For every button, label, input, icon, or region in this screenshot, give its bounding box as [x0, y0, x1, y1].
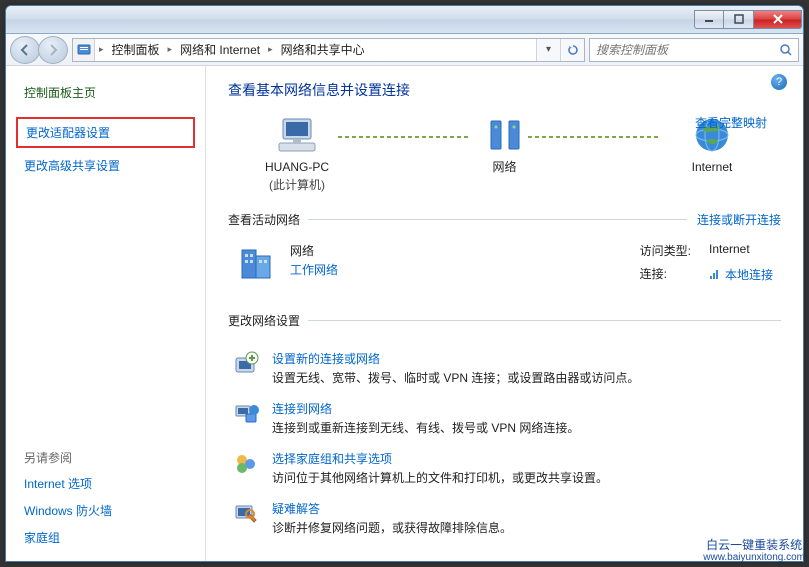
search-box[interactable] — [589, 38, 799, 62]
address-dropdown-button[interactable]: ▾ — [536, 39, 560, 61]
change-network-settings-heading: 更改网络设置 — [228, 312, 781, 333]
access-type-value: Internet — [709, 242, 773, 261]
active-networks-heading: 查看活动网络 连接或断开连接 — [228, 211, 781, 232]
active-network-row: 网络 工作网络 访问类型: Internet 连接: 本地连接 — [228, 232, 781, 294]
change-adapter-settings-link[interactable]: 更改适配器设置 — [16, 117, 195, 148]
change-advanced-sharing-link[interactable]: 更改高级共享设置 — [6, 152, 205, 179]
task-list: 设置新的连接或网络设置无线、宽带、拨号、临时或 VPN 连接；或设置路由器或访问… — [228, 343, 781, 543]
main-panel: ? 查看基本网络信息并设置连接 查看完整映射 HUANG-PC (此计算机) — [206, 66, 803, 561]
minimize-button[interactable] — [694, 10, 724, 29]
setup-new-connection-link[interactable]: 设置新的连接或网络 — [272, 350, 639, 367]
breadcrumb-network-internet[interactable]: 网络和 Internet — [176, 39, 264, 61]
chevron-icon[interactable]: ▸ — [264, 44, 277, 55]
network-label: 网络 — [450, 160, 560, 176]
connect-network-icon — [232, 400, 260, 428]
network-type-link[interactable]: 工作网络 — [290, 261, 338, 278]
chevron-icon[interactable]: ▸ — [164, 44, 177, 55]
active-network-name: 网络 — [290, 242, 338, 259]
breadcrumb-control-panel[interactable]: 控制面板 — [108, 39, 164, 61]
task-item: 疑难解答诊断并修复网络问题，或获得故障排除信息。 — [228, 493, 781, 543]
close-button[interactable] — [754, 10, 802, 29]
back-button[interactable] — [10, 36, 40, 64]
troubleshoot-icon — [232, 500, 260, 528]
connection-line — [338, 136, 468, 138]
breadcrumb-sharing-center[interactable]: 网络和共享中心 — [277, 39, 369, 61]
internet-label: Internet — [657, 160, 767, 176]
connect-to-network-link[interactable]: 连接到网络 — [272, 400, 579, 417]
network-node: 网络 — [450, 114, 560, 176]
page-title: 查看基本网络信息并设置连接 — [228, 80, 781, 100]
view-full-map-link[interactable]: 查看完整映射 — [695, 114, 767, 131]
chevron-icon[interactable]: ▸ — [95, 44, 108, 55]
homegroup-link[interactable]: 家庭组 — [6, 524, 205, 551]
window: ▸ 控制面板 ▸ 网络和 Internet ▸ 网络和共享中心 ▾ 控制面板主页… — [5, 5, 804, 562]
troubleshoot-link[interactable]: 疑难解答 — [272, 500, 512, 517]
task-description: 访问位于其他网络计算机上的文件和打印机，或更改共享设置。 — [272, 469, 608, 486]
this-computer-node: HUANG-PC (此计算机) — [242, 114, 352, 193]
navigation-bar: ▸ 控制面板 ▸ 网络和 Internet ▸ 网络和共享中心 ▾ — [6, 34, 803, 66]
network-map: 查看完整映射 HUANG-PC (此计算机) 网络 — [228, 114, 781, 193]
maximize-button[interactable] — [724, 10, 754, 29]
breadcrumb: ▸ 控制面板 ▸ 网络和 Internet ▸ 网络和共享中心 — [95, 39, 536, 61]
task-item: 选择家庭组和共享选项访问位于其他网络计算机上的文件和打印机，或更改共享设置。 — [228, 443, 781, 493]
access-type-label: 访问类型: — [640, 242, 691, 261]
new-connection-icon — [232, 350, 260, 378]
internet-options-link[interactable]: Internet 选项 — [6, 470, 205, 497]
control-panel-icon — [73, 39, 95, 61]
local-connection-link[interactable]: 本地连接 — [709, 265, 773, 284]
task-description: 连接到或重新连接到无线、有线、拨号或 VPN 网络连接。 — [272, 419, 579, 436]
task-item: 设置新的连接或网络设置无线、宽带、拨号、临时或 VPN 连接；或设置路由器或访问… — [228, 343, 781, 393]
homegroup-sharing-icon — [232, 450, 260, 478]
computer-icon — [242, 114, 352, 156]
network-icon — [450, 114, 560, 156]
forward-button[interactable] — [38, 36, 68, 64]
control-panel-home-link[interactable]: 控制面板主页 — [6, 80, 205, 113]
this-computer-label: (此计算机) — [242, 176, 352, 193]
connect-disconnect-link[interactable]: 连接或断开连接 — [687, 211, 781, 228]
network-building-icon — [236, 242, 278, 284]
help-icon[interactable]: ? — [771, 74, 787, 90]
connection-line — [528, 136, 658, 138]
task-description: 诊断并修复网络问题，或获得故障排除信息。 — [272, 519, 512, 536]
task-description: 设置无线、宽带、拨号、临时或 VPN 连接；或设置路由器或访问点。 — [272, 369, 639, 386]
titlebar — [6, 6, 803, 34]
connections-label: 连接: — [640, 265, 691, 284]
refresh-button[interactable] — [560, 39, 584, 61]
search-input[interactable] — [590, 43, 772, 57]
window-controls — [694, 11, 802, 29]
sidebar: 控制面板主页 更改适配器设置 更改高级共享设置 另请参阅 Internet 选项… — [6, 66, 206, 561]
address-bar[interactable]: ▸ 控制面板 ▸ 网络和 Internet ▸ 网络和共享中心 ▾ — [72, 38, 585, 62]
computer-name-label: HUANG-PC — [242, 160, 352, 176]
search-icon[interactable] — [772, 39, 798, 61]
windows-firewall-link[interactable]: Windows 防火墙 — [6, 497, 205, 524]
task-item: 连接到网络连接到或重新连接到无线、有线、拨号或 VPN 网络连接。 — [228, 393, 781, 443]
homegroup-sharing-link[interactable]: 选择家庭组和共享选项 — [272, 450, 608, 467]
see-also-heading: 另请参阅 — [6, 443, 205, 470]
signal-icon — [709, 268, 721, 280]
